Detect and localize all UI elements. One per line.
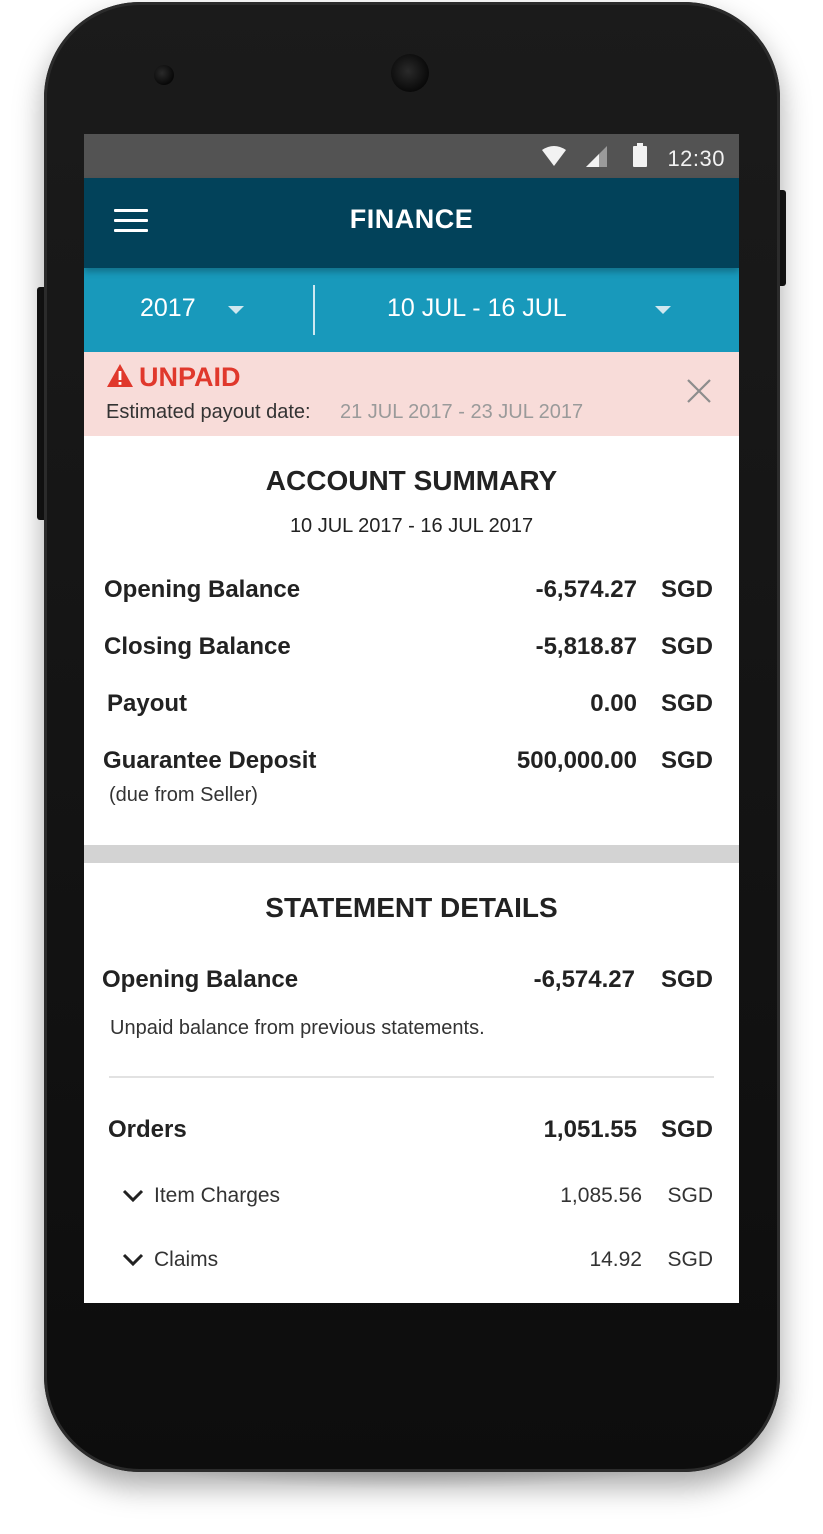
alert-status: UNPAID (139, 362, 241, 392)
row-label: Guarantee Deposit (103, 747, 317, 774)
statement-row-orders: Orders 1,051.55 SGD (84, 1116, 739, 1150)
row-currency: SGD (660, 966, 713, 993)
row-amount: 0.00 (590, 690, 637, 717)
summary-row-closing-balance: Closing Balance -5,818.87 SGD (84, 633, 739, 667)
chevron-down-icon (228, 306, 244, 314)
section-divider (84, 845, 739, 863)
summary-row-opening-balance: Opening Balance -6,574.27 SGD (84, 576, 739, 610)
statement-divider (109, 1076, 714, 1078)
row-label: Payout (107, 690, 188, 717)
battery-icon (633, 143, 647, 167)
row-currency: SGD (660, 576, 713, 603)
wifi-icon (542, 146, 566, 166)
row-amount: -6,574.27 (533, 966, 635, 993)
row-currency: SGD (660, 633, 713, 660)
close-icon[interactable] (686, 378, 712, 404)
earpiece-speaker (391, 54, 429, 92)
phone-screen: 12:30 FINANCE 2017 10 JUL - 16 JUL UNPAI… (84, 134, 739, 1303)
row-currency: SGD (660, 747, 713, 774)
week-range-dropdown[interactable]: 10 JUL - 16 JUL (315, 268, 739, 352)
week-range-value: 10 JUL - 16 JUL (387, 294, 567, 322)
payout-date-range: 21 JUL 2017 - 23 JUL 2017 (340, 401, 584, 423)
row-label: Orders (108, 1116, 187, 1143)
account-summary-title: ACCOUNT SUMMARY (265, 465, 558, 496)
filter-bar: 2017 10 JUL - 16 JUL (84, 268, 739, 352)
statement-details-title: STATEMENT DETAILS (265, 892, 558, 923)
row-amount: 1,051.55 (543, 1116, 637, 1143)
chevron-down-icon (122, 1253, 144, 1267)
row-currency: SGD (660, 690, 713, 717)
warning-icon (107, 364, 133, 387)
summary-row-payout: Payout 0.00 SGD (84, 690, 739, 724)
row-amount: -6,574.27 (535, 576, 637, 603)
chevron-down-icon (122, 1189, 144, 1203)
row-label: Item Charges (154, 1184, 281, 1207)
app-bar: FINANCE (84, 178, 739, 268)
status-bar: 12:30 (84, 134, 739, 178)
row-currency: SGD (660, 1116, 713, 1143)
row-amount: -5,818.87 (535, 633, 637, 660)
page-title: FINANCE (349, 204, 474, 234)
account-summary-period: 10 JUL 2017 - 16 JUL 2017 (289, 515, 534, 537)
row-amount: 500,000.00 (516, 747, 637, 774)
signal-icon (586, 146, 607, 167)
guarantee-deposit-note: (due from Seller) (109, 784, 258, 806)
row-label: Closing Balance (104, 633, 291, 660)
row-amount: 1,085.56 (560, 1184, 642, 1207)
row-label: Claims (154, 1248, 219, 1271)
payout-date-label: Estimated payout date: (106, 401, 311, 423)
statement-row-opening-balance: Opening Balance -6,574.27 SGD (84, 966, 739, 1000)
expandable-row-item-charges[interactable]: Item Charges 1,085.56 SGD (84, 1184, 739, 1214)
row-amount: 14.92 (589, 1248, 642, 1271)
opening-balance-note: Unpaid balance from previous statements. (110, 1017, 485, 1039)
status-time: 12:30 (667, 146, 725, 171)
chevron-down-icon (655, 306, 671, 314)
row-currency: SGD (667, 1184, 713, 1207)
row-label: Opening Balance (102, 966, 299, 993)
summary-row-guarantee-deposit: Guarantee Deposit 500,000.00 SGD (84, 747, 739, 781)
row-label: Opening Balance (104, 576, 301, 603)
year-dropdown[interactable]: 2017 (84, 268, 314, 352)
unpaid-alert-banner: UNPAID Estimated payout date: 21 JUL 201… (84, 352, 739, 436)
row-currency: SGD (667, 1248, 713, 1271)
expandable-row-claims[interactable]: Claims 14.92 SGD (84, 1248, 739, 1278)
front-camera (154, 65, 174, 85)
year-dropdown-value: 2017 (140, 294, 196, 322)
